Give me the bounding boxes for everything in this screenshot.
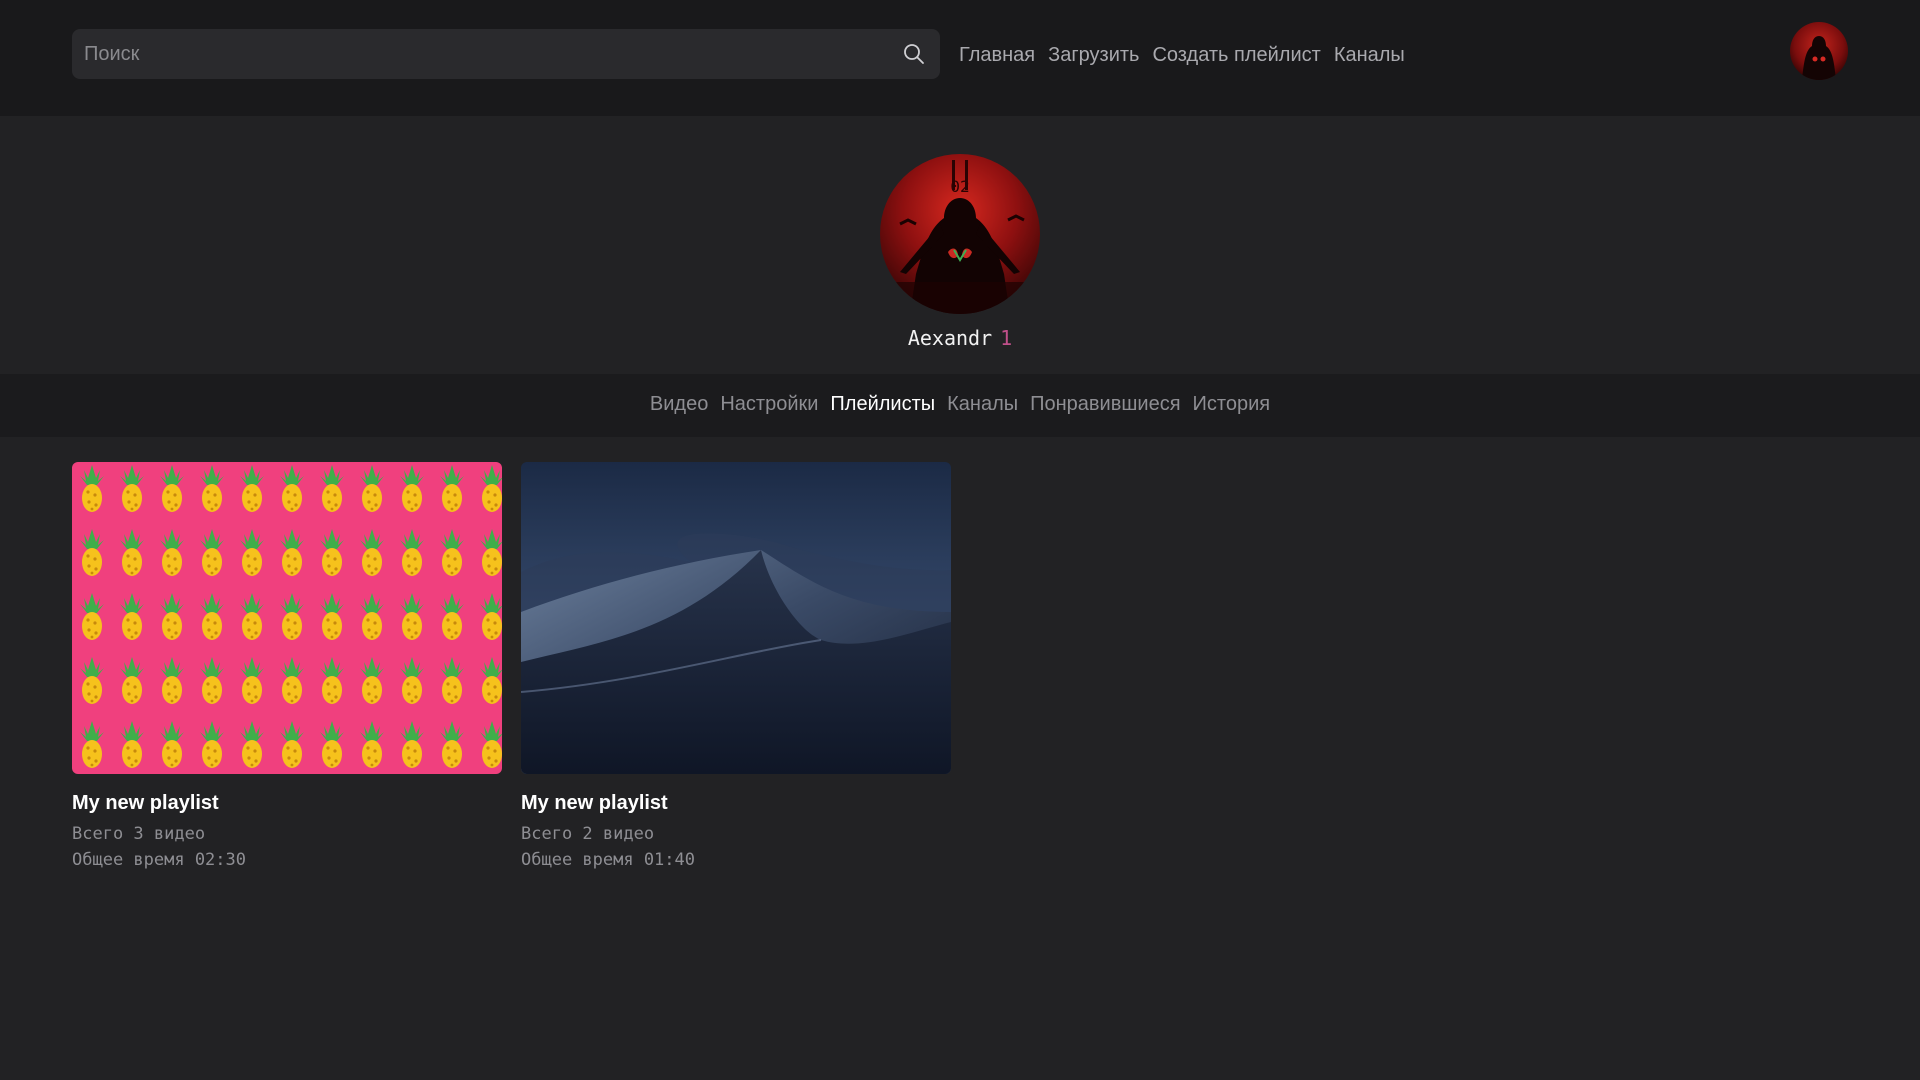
tab-liked[interactable]: Понравившиеся (1030, 393, 1180, 416)
search-icon[interactable] (898, 38, 930, 70)
playlist-card[interactable]: My new playlist Всего 3 видео Общее врем… (72, 462, 502, 873)
tab-videos[interactable]: Видео (650, 393, 708, 416)
playlist-card[interactable]: My new playlist Всего 2 видео Общее врем… (521, 462, 951, 873)
profile-username: Aexandr (907, 326, 993, 350)
user-avatar[interactable] (1790, 22, 1848, 80)
playlist-grid: My new playlist Всего 3 видео Общее врем… (72, 462, 951, 873)
top-header: Главная Загрузить Создать плейлист Канал… (0, 0, 1920, 116)
search-box (72, 29, 940, 79)
search-input[interactable] (72, 29, 872, 79)
profile-section: 02 Aexandr 1 (0, 116, 1920, 374)
profile-avatar: 02 (880, 154, 1040, 314)
nav-upload-link[interactable]: Загрузить (1048, 44, 1139, 67)
playlist-thumbnail-pineapple[interactable] (72, 462, 502, 774)
profile-name: Aexandr 1 (0, 326, 1920, 350)
nav-home-link[interactable]: Главная (959, 44, 1035, 67)
profile-tabs: Видео Настройки Плейлисты Каналы Понрави… (0, 393, 1920, 416)
svg-text:02: 02 (950, 177, 969, 196)
playlist-title[interactable]: My new playlist (521, 792, 951, 815)
tab-channels[interactable]: Каналы (947, 393, 1018, 416)
playlist-duration: Общее время 02:30 (72, 850, 246, 870)
playlist-meta: Всего 3 видео Общее время 02:30 (72, 821, 502, 873)
playlist-duration: Общее время 01:40 (521, 850, 695, 870)
tab-settings[interactable]: Настройки (720, 393, 818, 416)
main-nav: Главная Загрузить Создать плейлист Канал… (959, 40, 1405, 70)
tab-playlists[interactable]: Плейлисты (830, 393, 935, 416)
playlist-thumbnail-desert[interactable] (521, 462, 951, 774)
playlist-video-count: Всего 3 видео (72, 824, 206, 844)
playlist-meta: Всего 2 видео Общее время 01:40 (521, 821, 951, 873)
playlist-title[interactable]: My new playlist (72, 792, 502, 815)
profile-tabs-bar: Видео Настройки Плейлисты Каналы Понрави… (0, 374, 1920, 437)
nav-channels-link[interactable]: Каналы (1334, 44, 1405, 67)
playlist-video-count: Всего 2 видео (521, 824, 655, 844)
tab-history[interactable]: История (1193, 393, 1271, 416)
profile-count: 1 (1000, 326, 1013, 350)
nav-create-playlist-link[interactable]: Создать плейлист (1152, 44, 1320, 67)
